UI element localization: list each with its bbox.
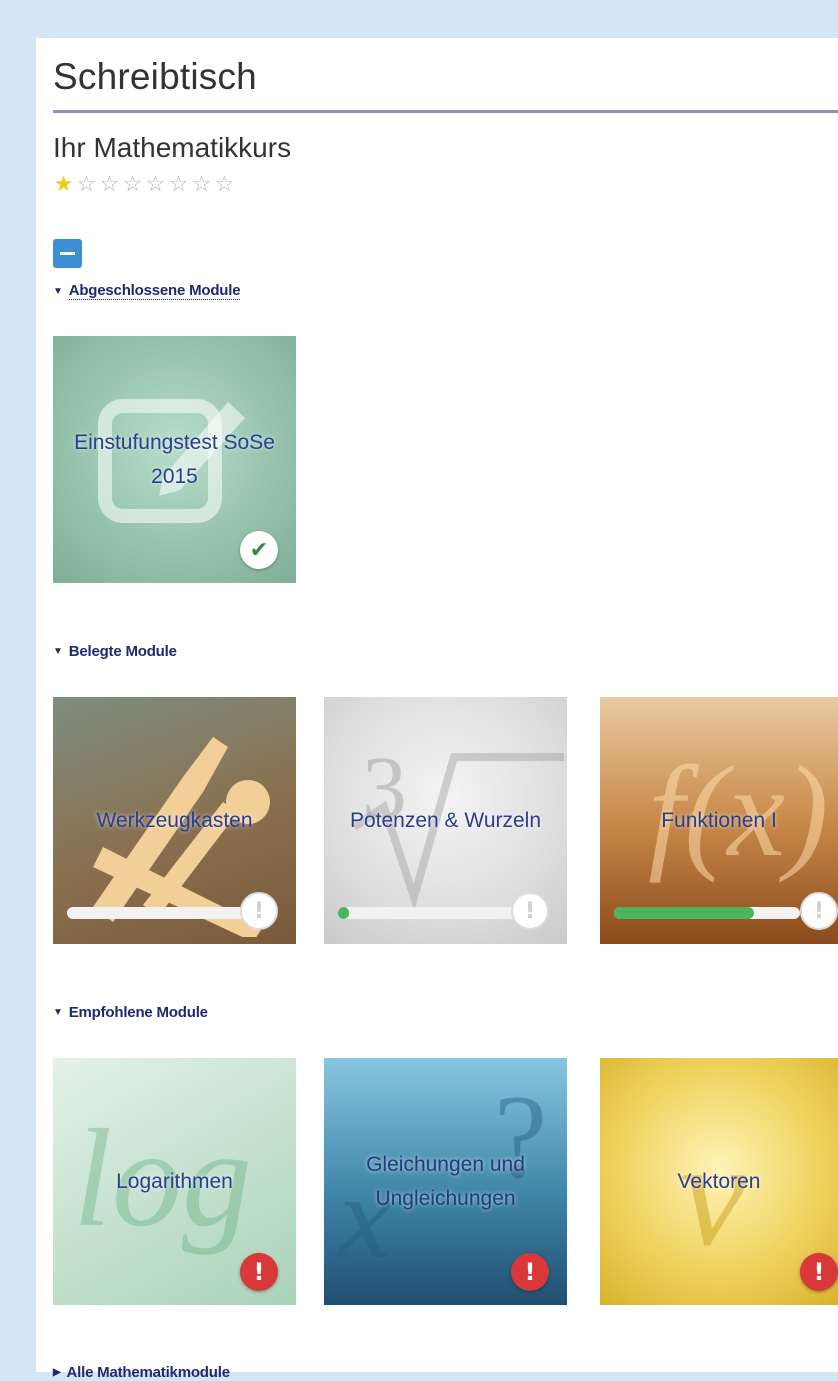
section-heading-recommended: Empfohlene Module <box>68 1004 208 1021</box>
module-tile-gleichungen[interactable]: x ? Gleichungen und Ungleichungen ! <box>324 1058 567 1305</box>
exclamation-icon: ! <box>240 1253 278 1291</box>
course-rating: ★ ☆ ☆ ☆ ☆ ☆ ☆ ☆ <box>52 171 236 197</box>
progress-fill <box>338 907 350 919</box>
check-icon: ✔ <box>240 531 278 569</box>
module-label: Gleichungen und Ungleichungen <box>366 1152 525 1210</box>
collapse-all-button[interactable] <box>53 239 82 268</box>
star-empty-icon: ☆ <box>191 171 212 196</box>
section-toggle-recommended[interactable]: ▼ Empfohlene Module <box>53 1004 208 1021</box>
section-heading-completed: Abgeschlossene Module <box>68 282 241 300</box>
star-empty-icon: ☆ <box>122 171 143 196</box>
module-tile-einstufungstest[interactable]: Einstufungstest SoSe 2015 ✔ <box>53 336 296 583</box>
module-tile-funktionen[interactable]: f(x) Funktionen I ! <box>600 697 838 944</box>
module-tile-werkzeugkasten[interactable]: Werkzeugkasten ! <box>53 697 296 944</box>
star-empty-icon: ☆ <box>76 171 97 196</box>
progress-bar <box>67 907 258 919</box>
page-title: Schreibtisch <box>53 56 257 97</box>
module-label: Einstufungstest SoSe 2015 <box>74 430 275 488</box>
section-toggle-all[interactable]: ▶ Alle Mathematikmodule <box>53 1364 230 1381</box>
section-heading-enrolled: Belegte Module <box>68 643 177 660</box>
module-label: Vektoren <box>677 1169 761 1193</box>
module-label: Potenzen & Wurzeln <box>349 808 542 832</box>
module-tile-logarithmen[interactable]: log Logarithmen ! <box>53 1058 296 1305</box>
section-heading-all: Alle Mathematikmodule <box>66 1364 231 1381</box>
star-empty-icon: ☆ <box>214 171 235 196</box>
module-label: Funktionen I <box>661 808 777 832</box>
module-label: Werkzeugkasten <box>96 808 253 832</box>
exclamation-icon: ! <box>800 892 838 930</box>
module-tile-vektoren[interactable]: v Vektoren ! <box>600 1058 838 1305</box>
star-full-icon: ★ <box>53 171 74 196</box>
exclamation-icon: ! <box>800 1253 838 1291</box>
progress-fill <box>614 907 754 919</box>
course-title: Ihr Mathematikkurs <box>53 132 292 163</box>
desk-panel: Schreibtisch Ihr Mathematikkurs ★ ☆ ☆ ☆ … <box>36 38 838 1381</box>
exclamation-icon: ! <box>511 892 549 930</box>
caret-down-icon: ▼ <box>53 1007 63 1018</box>
star-empty-icon: ☆ <box>168 171 189 196</box>
section-toggle-enrolled[interactable]: ▼ Belegte Module <box>53 643 177 660</box>
module-label: Logarithmen <box>116 1169 233 1193</box>
section-toggle-completed[interactable]: ▼ Abgeschlossene Module <box>53 282 241 300</box>
exclamation-icon: ! <box>511 1253 549 1291</box>
progress-bar <box>338 907 529 919</box>
caret-down-icon: ▼ <box>53 285 63 297</box>
star-empty-icon: ☆ <box>99 171 120 196</box>
progress-bar <box>614 907 800 919</box>
caret-down-icon: ▼ <box>53 646 63 657</box>
title-divider <box>53 110 838 113</box>
caret-right-icon: ▶ <box>53 1367 61 1378</box>
exclamation-icon: ! <box>240 892 278 930</box>
star-empty-icon: ☆ <box>145 171 166 196</box>
module-tile-potenzen[interactable]: 3 Potenzen & Wurzeln ! <box>324 697 567 944</box>
